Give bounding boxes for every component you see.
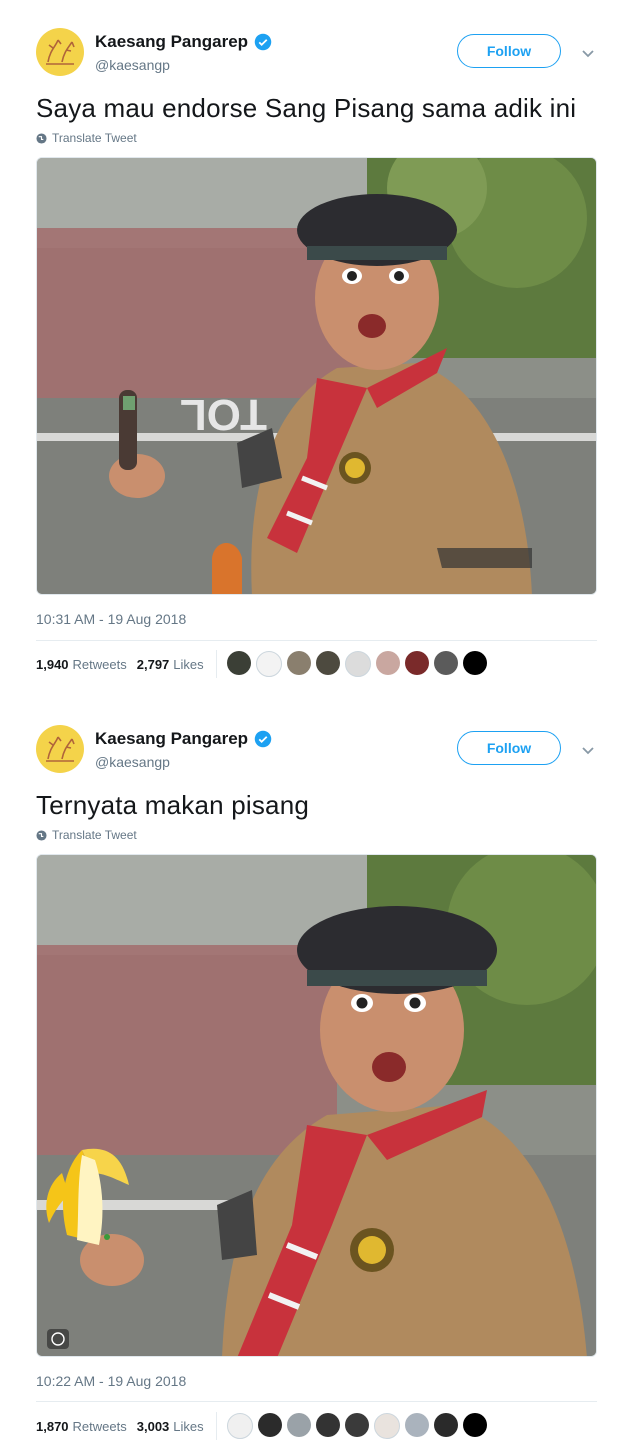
liker-avatar[interactable]	[433, 651, 458, 675]
tweet-text: Saya mau endorse Sang Pisang sama adik i…	[36, 93, 577, 123]
liker-avatar[interactable]	[344, 651, 371, 677]
globe-icon	[36, 829, 47, 841]
tweet-photo[interactable]	[36, 854, 597, 1357]
globe-icon	[36, 132, 47, 144]
chevron-down-icon[interactable]	[580, 742, 596, 758]
liker-avatar[interactable]	[375, 651, 400, 675]
likes-stat[interactable]: 2,797 Likes	[137, 657, 204, 672]
liker-avatars	[226, 651, 487, 677]
divider	[36, 640, 597, 641]
author-handle[interactable]: @kaesangp	[95, 754, 170, 770]
stats-separator	[215, 1412, 217, 1440]
translate-label: Translate Tweet	[52, 828, 137, 842]
likes-count: 3,003	[136, 1418, 170, 1434]
tweet-stats: 1,940 Retweets 2,797 Likes	[36, 650, 487, 678]
liker-avatars	[226, 1413, 487, 1439]
liker-avatar[interactable]	[226, 1413, 253, 1439]
retweets-stat[interactable]: 1,940 Retweets	[36, 657, 127, 672]
retweets-count: 1,870	[36, 1418, 69, 1434]
translate-label: Translate Tweet	[52, 131, 137, 145]
author-row: Kaesang Pangarep	[95, 32, 272, 52]
translate-tweet-link[interactable]: Translate Tweet	[36, 828, 137, 842]
liker-avatar[interactable]	[373, 1413, 400, 1439]
translate-tweet-link[interactable]: Translate Tweet	[36, 131, 137, 145]
liker-avatar[interactable]	[286, 1413, 311, 1437]
liker-avatar[interactable]	[433, 1413, 458, 1437]
retweets-count: 1,940	[36, 656, 69, 672]
chevron-down-icon[interactable]	[580, 45, 596, 61]
svg-text:TOL: TOL	[180, 390, 267, 439]
verified-icon	[254, 730, 272, 748]
stats-separator	[215, 650, 217, 678]
liker-avatar[interactable]	[257, 1413, 282, 1437]
tweet-timestamp[interactable]: 10:31 AM - 19 Aug 2018	[36, 611, 186, 627]
follow-button[interactable]: Follow	[457, 731, 561, 765]
author-name[interactable]: Kaesang Pangarep	[95, 729, 248, 749]
tweet-text: Ternyata makan pisang	[36, 790, 310, 820]
liker-avatar[interactable]	[404, 651, 429, 675]
avatar[interactable]	[36, 28, 84, 76]
tweet-photo[interactable]: TOL	[36, 157, 597, 595]
liker-avatar[interactable]	[226, 651, 251, 675]
liker-avatar[interactable]	[286, 651, 311, 675]
author-row: Kaesang Pangarep	[95, 729, 272, 749]
liker-avatar[interactable]	[462, 1413, 487, 1437]
liker-avatar[interactable]	[462, 651, 487, 675]
avatar[interactable]	[36, 725, 84, 773]
likes-stat[interactable]: 3,003 Likes	[137, 1419, 204, 1434]
author-name[interactable]: Kaesang Pangarep	[95, 32, 248, 52]
liker-avatar[interactable]	[255, 651, 282, 677]
retweets-label: Retweets	[72, 656, 127, 672]
author-handle[interactable]: @kaesangp	[95, 57, 170, 73]
tweet-stats: 1,870 Retweets 3,003 Likes	[36, 1412, 487, 1440]
likes-label: Likes	[173, 1418, 204, 1434]
divider	[36, 1401, 597, 1402]
retweets-label: Retweets	[72, 1418, 127, 1434]
liker-avatar[interactable]	[404, 1413, 429, 1437]
verified-icon	[254, 33, 272, 51]
likes-label: Likes	[173, 656, 204, 672]
follow-button[interactable]: Follow	[457, 34, 561, 68]
tweet-timestamp[interactable]: 10:22 AM - 19 Aug 2018	[36, 1373, 186, 1389]
retweets-stat[interactable]: 1,870 Retweets	[36, 1419, 127, 1434]
likes-count: 2,797	[136, 656, 170, 672]
liker-avatar[interactable]	[344, 1413, 369, 1437]
liker-avatar[interactable]	[315, 651, 340, 675]
liker-avatar[interactable]	[315, 1413, 340, 1437]
